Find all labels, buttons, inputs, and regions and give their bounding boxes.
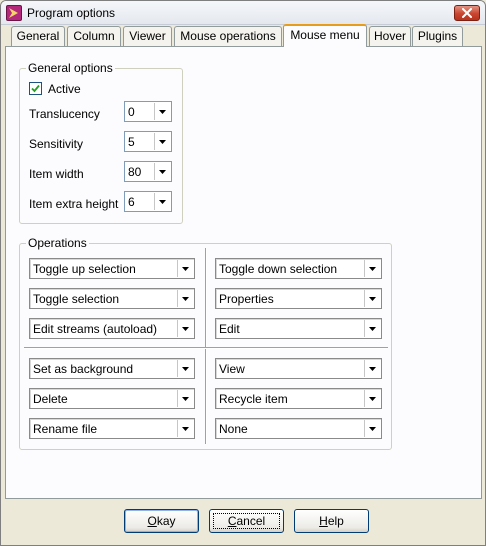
active-label: Active: [48, 82, 81, 96]
operation-select-left-3[interactable]: Edit streams (autoload): [29, 318, 195, 339]
translucency-label: Translucency: [29, 107, 100, 121]
operations-vertical-divider: [205, 248, 207, 444]
group-title: Operations: [26, 236, 89, 250]
item-width-value: 80: [128, 165, 142, 179]
tab-mouse-menu[interactable]: Mouse menu: [283, 24, 367, 47]
close-button[interactable]: [454, 5, 480, 21]
chevron-down-icon[interactable]: [154, 163, 170, 180]
tab-label: Mouse menu: [290, 28, 360, 42]
chevron-down-icon[interactable]: [364, 420, 380, 437]
tab-plugins[interactable]: Plugins: [412, 26, 463, 46]
item-extra-height-value: 6: [128, 195, 135, 209]
chevron-down-icon[interactable]: [154, 133, 170, 150]
operation-value: Toggle down selection: [219, 262, 338, 276]
active-checkbox[interactable]: [29, 82, 42, 95]
window-title: Program options: [27, 6, 116, 20]
tab-label: General: [16, 29, 60, 43]
help-button[interactable]: Help: [294, 509, 369, 533]
tab-label: Viewer: [129, 29, 166, 43]
operation-value: Properties: [219, 292, 274, 306]
help-label-rest: elp: [327, 514, 344, 528]
tab-label: Mouse operations: [180, 29, 276, 43]
chevron-down-icon[interactable]: [364, 320, 380, 337]
sensitivity-label: Sensitivity: [29, 137, 84, 151]
operation-select-right-6[interactable]: None: [215, 418, 382, 439]
checkmark-icon: [31, 84, 40, 93]
operation-value: Rename file: [33, 422, 98, 436]
operation-value: None: [219, 422, 248, 436]
chevron-down-icon[interactable]: [177, 290, 193, 307]
help-mnemonic: H: [319, 514, 328, 528]
operations-horizontal-divider: [24, 347, 388, 349]
operation-value: Toggle selection: [33, 292, 120, 306]
chevron-down-icon[interactable]: [154, 193, 170, 210]
sensitivity-value: 5: [128, 135, 135, 149]
operation-select-right-2[interactable]: Properties: [215, 288, 382, 309]
operation-value: Recycle item: [219, 392, 288, 406]
operation-value: Edit streams (autoload): [33, 322, 158, 336]
app-logo-icon[interactable]: [6, 5, 22, 21]
operations-group: Operations Toggle up selection Toggle se…: [19, 236, 392, 450]
translucency-value: 0: [128, 105, 135, 119]
tab-label: Plugins: [417, 29, 458, 43]
operation-select-left-5[interactable]: Delete: [29, 388, 195, 409]
operation-select-left-1[interactable]: Toggle up selection: [29, 258, 195, 279]
operation-select-right-1[interactable]: Toggle down selection: [215, 258, 382, 279]
okay-button[interactable]: Okay: [124, 509, 199, 533]
tab-general[interactable]: General: [11, 26, 65, 46]
operation-value: Toggle up selection: [33, 262, 136, 276]
operation-select-left-6[interactable]: Rename file: [29, 418, 195, 439]
chevron-down-icon[interactable]: [177, 320, 193, 337]
item-extra-height-label: Item extra height: [29, 197, 119, 211]
tab-label: Hover: [373, 29, 406, 43]
operation-select-right-4[interactable]: View: [215, 358, 382, 379]
group-title: General options: [26, 61, 115, 75]
okay-mnemonic: O: [147, 514, 157, 528]
chevron-down-icon[interactable]: [364, 290, 380, 307]
chevron-down-icon[interactable]: [364, 360, 380, 377]
sensitivity-select[interactable]: 5: [124, 131, 172, 152]
chevron-down-icon[interactable]: [177, 260, 193, 277]
program-options-window: Program options General Column Viewer Mo…: [0, 0, 486, 546]
chevron-down-icon[interactable]: [154, 103, 170, 120]
operation-select-right-3[interactable]: Edit: [215, 318, 382, 339]
translucency-select[interactable]: 0: [124, 101, 172, 122]
operation-value: View: [219, 362, 245, 376]
operation-select-left-2[interactable]: Toggle selection: [29, 288, 195, 309]
operation-value: Edit: [219, 322, 240, 336]
mouse-menu-panel: General options Active Translucency 0 Se…: [5, 46, 482, 499]
title-bar[interactable]: Program options: [1, 1, 485, 25]
chevron-down-icon[interactable]: [177, 360, 193, 377]
chevron-down-icon[interactable]: [177, 390, 193, 407]
cancel-button[interactable]: Cancel: [209, 509, 284, 533]
close-icon: [462, 8, 472, 18]
focus-ring: [213, 513, 280, 529]
general-options-group: General options Active Translucency 0 Se…: [19, 61, 183, 224]
chevron-down-icon[interactable]: [177, 420, 193, 437]
operation-select-left-4[interactable]: Set as background: [29, 358, 195, 379]
tab-column[interactable]: Column: [67, 26, 121, 46]
tab-viewer[interactable]: Viewer: [123, 26, 172, 46]
chevron-down-icon[interactable]: [364, 260, 380, 277]
item-extra-height-select[interactable]: 6: [124, 191, 172, 212]
tab-mouse-operations[interactable]: Mouse operations: [174, 26, 282, 46]
okay-label-rest: kay: [156, 514, 176, 528]
tab-hover[interactable]: Hover: [369, 26, 411, 46]
operation-value: Delete: [33, 392, 68, 406]
tab-label: Column: [73, 29, 115, 43]
chevron-down-icon[interactable]: [364, 390, 380, 407]
operation-select-right-5[interactable]: Recycle item: [215, 388, 382, 409]
operation-value: Set as background: [33, 362, 134, 376]
item-width-label: Item width: [29, 167, 84, 181]
item-width-select[interactable]: 80: [124, 161, 172, 182]
